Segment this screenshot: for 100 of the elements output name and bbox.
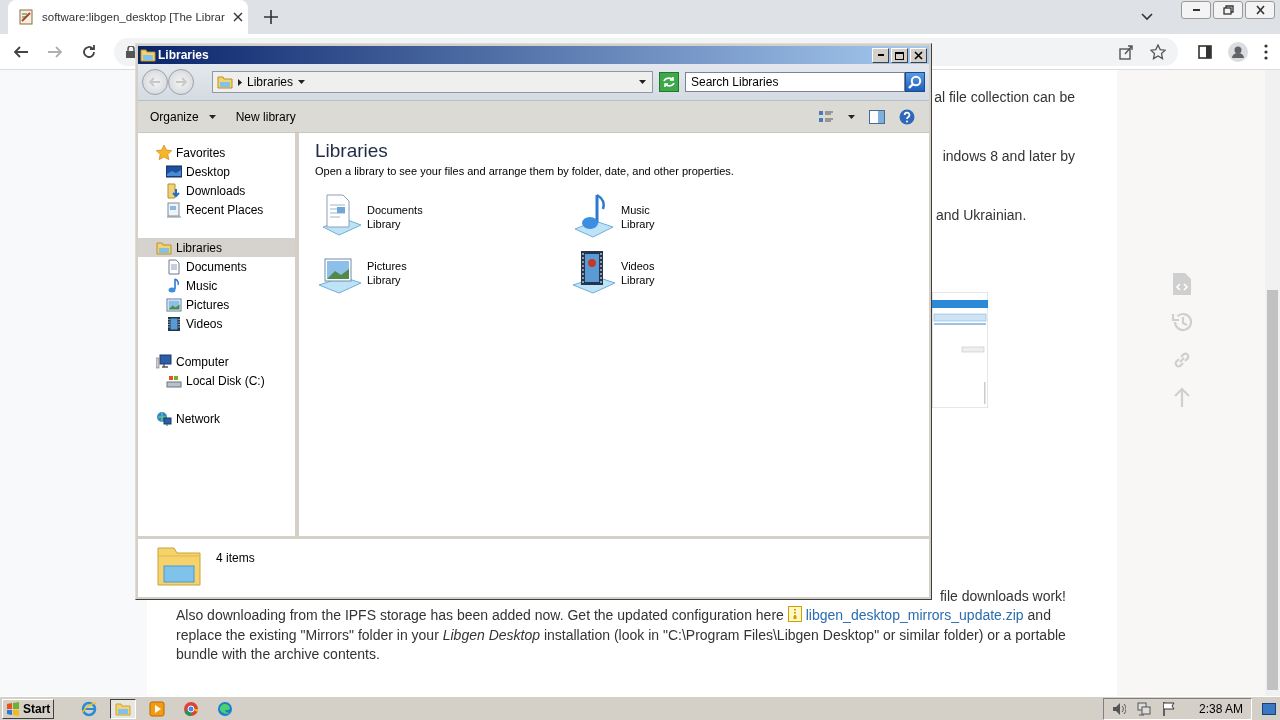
scrollbar[interactable]: [1265, 70, 1280, 696]
close-icon: [232, 12, 243, 22]
breadcrumb-item[interactable]: Libraries: [247, 75, 294, 89]
plus-icon: [264, 10, 278, 24]
article-text: al file collection can be: [934, 88, 1075, 107]
library-type: Library: [367, 273, 402, 287]
library-folder-icon: [156, 239, 172, 256]
nav-item[interactable]: Recent Places: [138, 200, 295, 219]
scrollbar-thumb[interactable]: [1267, 290, 1278, 690]
profile-icon: [1228, 41, 1248, 62]
library-item[interactable]: Pictures Library: [315, 249, 465, 299]
library-folder-icon: [217, 75, 233, 89]
library-type: Library: [621, 273, 655, 287]
minimize-icon: [1192, 9, 1200, 11]
window-title: Libraries: [158, 48, 209, 62]
history-icon: [1171, 311, 1193, 333]
tab-title: software:libgen_desktop [The Librar: [42, 11, 225, 23]
refresh-icon: [662, 76, 676, 88]
picture-icon: [166, 296, 182, 313]
network-icon: [1136, 701, 1151, 716]
preview-pane-icon: [869, 109, 885, 124]
command-button[interactable]: New library: [235, 109, 296, 124]
browser-icon: [183, 700, 199, 717]
star-icon: [1150, 43, 1166, 60]
library-item[interactable]: Videos Library: [569, 249, 719, 299]
maximize-button[interactable]: [891, 47, 908, 63]
start-button[interactable]: Start: [2, 698, 54, 719]
nav-item[interactable]: Desktop: [138, 162, 295, 181]
lock-icon: [126, 45, 136, 58]
folder-icon: [115, 700, 131, 717]
windows-flag-icon: [6, 701, 20, 716]
flag-icon: [1161, 701, 1176, 716]
nav-item[interactable]: Network: [138, 409, 295, 428]
recent-places-icon: [166, 201, 182, 218]
close-button[interactable]: [1245, 1, 1275, 19]
nav-item[interactable]: Favorites: [138, 143, 295, 162]
nav-item[interactable]: Pictures: [138, 295, 295, 314]
network-icon: [156, 410, 172, 427]
search-button[interactable]: [905, 72, 925, 92]
chevron-right-icon: [238, 78, 242, 86]
article-text: file downloads work!: [939, 587, 1066, 606]
library-type: Library: [367, 217, 402, 231]
preview-pane-button[interactable]: [869, 109, 885, 124]
address-field[interactable]: Libraries: [212, 71, 653, 93]
browser-tab[interactable]: software:libgen_desktop [The Librar: [8, 0, 248, 34]
speaker-icon: [1111, 701, 1126, 716]
share-icon: [1118, 43, 1134, 60]
nav-item[interactable]: Music: [138, 276, 295, 295]
library-name: Pictures: [367, 259, 407, 273]
forward-arrow-icon: [47, 43, 63, 60]
item-count: 4 items: [216, 551, 255, 565]
reload-icon: [81, 43, 97, 60]
back-arrow-icon: [13, 43, 29, 60]
library-name: Documents: [367, 203, 423, 217]
minimize-icon: [877, 54, 884, 56]
caret-icon: [639, 80, 646, 84]
description-text: Open a library to see your files and arrange them by folder, date, and other properties.: [315, 164, 735, 179]
nav-item[interactable]: Videos: [138, 314, 295, 333]
close-icon: [1253, 4, 1267, 16]
minimize-button[interactable]: [1181, 1, 1211, 19]
reload-button[interactable]: [80, 42, 98, 61]
star-icon: [156, 144, 172, 161]
music-note-icon: [166, 277, 182, 294]
code-file-icon: [1173, 273, 1191, 295]
film-icon: [166, 315, 182, 332]
arrow-up-icon: [1173, 387, 1191, 407]
close-icon: [912, 49, 925, 61]
restore-button[interactable]: [1213, 1, 1243, 19]
nav-item[interactable]: Local Disk (C:): [138, 371, 295, 390]
download-folder-icon: [166, 182, 182, 199]
clock[interactable]: 2:38 AM: [1198, 701, 1243, 716]
nav-item[interactable]: Downloads: [138, 181, 295, 200]
chevron-down-icon: [1141, 13, 1153, 21]
show-desktop-icon: [1262, 702, 1276, 715]
computer-icon: [156, 353, 172, 370]
browser-icon: [217, 700, 233, 717]
view-menu-button[interactable]: [848, 114, 855, 119]
help-button[interactable]: [899, 108, 915, 125]
search-icon: [908, 75, 922, 89]
refresh-button[interactable]: [659, 72, 679, 92]
nav-item[interactable]: Libraries: [138, 238, 295, 257]
restore-icon: [1221, 4, 1235, 16]
download-link[interactable]: libgen_desktop_mirrors_update.zip: [805, 607, 1024, 623]
article-text: and Ukrainian.: [936, 206, 1027, 225]
view-button[interactable]: [818, 109, 834, 124]
nav-item[interactable]: Documents: [138, 257, 295, 276]
nav-item[interactable]: Computer: [138, 352, 295, 371]
library-item[interactable]: Documents Library: [315, 193, 465, 243]
back-arrow-icon: [149, 77, 161, 87]
search-field[interactable]: Search Libraries: [685, 72, 905, 92]
desktop-icon: [166, 163, 182, 180]
browser-icon: [81, 700, 97, 717]
side-panel-icon: [1198, 44, 1212, 59]
article-paragraph: Also downloading from the IPFS storage has been added now. Get the updated configuration here libgen_desktop_mirrors_update.zip and replace the existing "Mirrors" folder in your Libgen Desktop installation (look in "C:\Program Files\Libgen Desktop" or similar folder) or a portable bundle with the archive contents.: [176, 606, 1067, 664]
forward-arrow-icon: [175, 77, 187, 87]
help-icon: [899, 108, 915, 125]
library-item[interactable]: Music Library: [569, 193, 719, 243]
page-heading: Libraries: [315, 139, 389, 163]
taskbar-button[interactable]: [110, 698, 136, 719]
command-button[interactable]: Organize: [150, 109, 216, 124]
